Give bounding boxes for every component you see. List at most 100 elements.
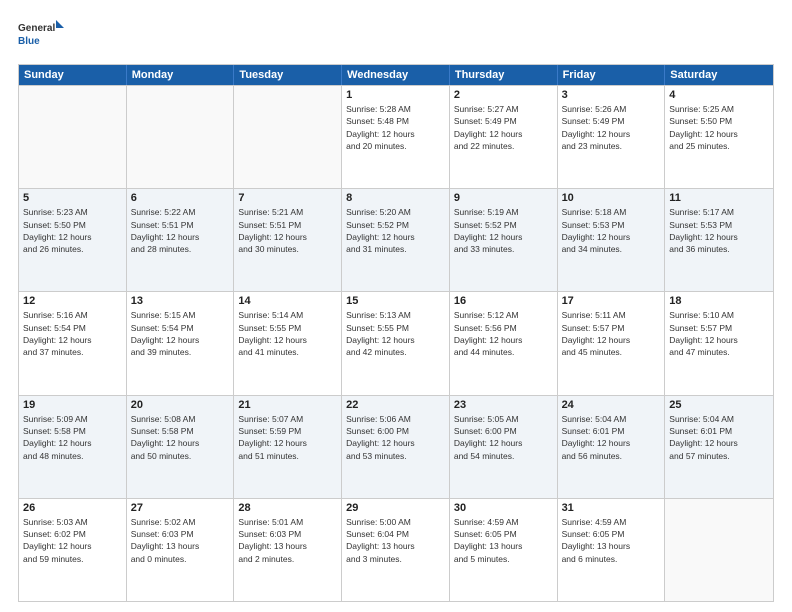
logo: General Blue bbox=[18, 18, 68, 54]
calendar-day-cell: 28 Sunrise: 5:01 AM Sunset: 6:03 PM Dayli… bbox=[234, 499, 342, 601]
day-info: Sunrise: 5:00 AM Sunset: 6:04 PM Dayligh… bbox=[346, 516, 445, 565]
calendar-row: 12Sunrise: 5:16 AM Sunset: 5:54 PM Dayli… bbox=[19, 291, 773, 394]
weekday-header: Sunday bbox=[19, 65, 127, 85]
calendar-row: 5Sunrise: 5:23 AM Sunset: 5:50 PM Daylig… bbox=[19, 188, 773, 291]
calendar-day-cell: 8Sunrise: 5:20 AM Sunset: 5:52 PM Daylig… bbox=[342, 189, 450, 291]
day-number: 6 bbox=[131, 192, 230, 204]
day-number: 21 bbox=[238, 399, 337, 411]
weekday-header: Wednesday bbox=[342, 65, 450, 85]
calendar-day-cell: 15Sunrise: 5:13 AM Sunset: 5:55 PM Dayli… bbox=[342, 292, 450, 394]
day-info: Sunrise: 5:01 AM Sunset: 6:03 PM Dayligh… bbox=[238, 516, 337, 565]
day-number: 7 bbox=[238, 192, 337, 204]
day-number: 30 bbox=[454, 502, 553, 514]
weekday-header: Friday bbox=[558, 65, 666, 85]
calendar-day-cell: 24Sunrise: 5:04 AM Sunset: 6:01 PM Dayli… bbox=[558, 396, 666, 498]
day-number: 10 bbox=[562, 192, 661, 204]
calendar-body: 1 Sunrise: 5:28 AM Sunset: 5:48 PM Daylig… bbox=[19, 85, 773, 601]
day-info: Sunrise: 5:11 AM Sunset: 5:57 PM Dayligh… bbox=[562, 309, 661, 358]
calendar-day-cell: 6 Sunrise: 5:22 AM Sunset: 5:51 PM Daylig… bbox=[127, 189, 235, 291]
day-info: Sunrise: 5:05 AM Sunset: 6:00 PM Dayligh… bbox=[454, 413, 553, 462]
calendar-day-cell: 11Sunrise: 5:17 AM Sunset: 5:53 PM Dayli… bbox=[665, 189, 773, 291]
weekday-header: Thursday bbox=[450, 65, 558, 85]
calendar-day-cell: 20Sunrise: 5:08 AM Sunset: 5:58 PM Dayli… bbox=[127, 396, 235, 498]
day-number: 11 bbox=[669, 192, 769, 204]
calendar-row: 26 Sunrise: 5:03 AM Sunset: 6:02 PM Dayli… bbox=[19, 498, 773, 601]
calendar-day-cell: 26 Sunrise: 5:03 AM Sunset: 6:02 PM Dayli… bbox=[19, 499, 127, 601]
day-info: Sunrise: 5:21 AM Sunset: 5:51 PM Dayligh… bbox=[238, 206, 337, 255]
calendar-empty-cell bbox=[19, 86, 127, 188]
weekday-header: Saturday bbox=[665, 65, 773, 85]
calendar-header-row: SundayMondayTuesdayWednesdayThursdayFrid… bbox=[19, 65, 773, 85]
calendar-day-cell: 30 Sunrise: 4:59 AM Sunset: 6:05 PM Dayli… bbox=[450, 499, 558, 601]
day-number: 8 bbox=[346, 192, 445, 204]
day-info: Sunrise: 5:03 AM Sunset: 6:02 PM Dayligh… bbox=[23, 516, 122, 565]
day-info: Sunrise: 5:22 AM Sunset: 5:51 PM Dayligh… bbox=[131, 206, 230, 255]
day-number: 14 bbox=[238, 295, 337, 307]
day-number: 15 bbox=[346, 295, 445, 307]
day-number: 1 bbox=[346, 89, 445, 101]
day-number: 31 bbox=[562, 502, 661, 514]
calendar-day-cell: 17 Sunrise: 5:11 AM Sunset: 5:57 PM Dayli… bbox=[558, 292, 666, 394]
calendar-row: 19Sunrise: 5:09 AM Sunset: 5:58 PM Dayli… bbox=[19, 395, 773, 498]
svg-text:General: General bbox=[18, 23, 55, 34]
day-info: Sunrise: 5:14 AM Sunset: 5:55 PM Dayligh… bbox=[238, 309, 337, 358]
calendar-day-cell: 10 Sunrise: 5:18 AM Sunset: 5:53 PM Dayli… bbox=[558, 189, 666, 291]
calendar-day-cell: 4 Sunrise: 5:25 AM Sunset: 5:50 PM Daylig… bbox=[665, 86, 773, 188]
calendar-day-cell: 21 Sunrise: 5:07 AM Sunset: 5:59 PM Dayli… bbox=[234, 396, 342, 498]
day-info: Sunrise: 5:04 AM Sunset: 6:01 PM Dayligh… bbox=[669, 413, 769, 462]
day-number: 13 bbox=[131, 295, 230, 307]
calendar-empty-cell bbox=[665, 499, 773, 601]
day-number: 29 bbox=[346, 502, 445, 514]
svg-text:Blue: Blue bbox=[18, 36, 40, 47]
calendar-day-cell: 7 Sunrise: 5:21 AM Sunset: 5:51 PM Daylig… bbox=[234, 189, 342, 291]
calendar-empty-cell bbox=[234, 86, 342, 188]
day-number: 4 bbox=[669, 89, 769, 101]
calendar-day-cell: 2 Sunrise: 5:27 AM Sunset: 5:49 PM Daylig… bbox=[450, 86, 558, 188]
calendar-day-cell: 5Sunrise: 5:23 AM Sunset: 5:50 PM Daylig… bbox=[19, 189, 127, 291]
day-number: 18 bbox=[669, 295, 769, 307]
day-number: 2 bbox=[454, 89, 553, 101]
calendar-day-cell: 27Sunrise: 5:02 AM Sunset: 6:03 PM Dayli… bbox=[127, 499, 235, 601]
weekday-header: Monday bbox=[127, 65, 235, 85]
day-number: 3 bbox=[562, 89, 661, 101]
day-info: Sunrise: 4:59 AM Sunset: 6:05 PM Dayligh… bbox=[562, 516, 661, 565]
calendar-empty-cell bbox=[127, 86, 235, 188]
day-info: Sunrise: 5:26 AM Sunset: 5:49 PM Dayligh… bbox=[562, 103, 661, 152]
day-info: Sunrise: 5:07 AM Sunset: 5:59 PM Dayligh… bbox=[238, 413, 337, 462]
calendar-day-cell: 25 Sunrise: 5:04 AM Sunset: 6:01 PM Dayli… bbox=[665, 396, 773, 498]
calendar-day-cell: 3 Sunrise: 5:26 AM Sunset: 5:49 PM Daylig… bbox=[558, 86, 666, 188]
day-number: 25 bbox=[669, 399, 769, 411]
day-number: 19 bbox=[23, 399, 122, 411]
day-number: 28 bbox=[238, 502, 337, 514]
logo-svg: General Blue bbox=[18, 18, 68, 54]
calendar: SundayMondayTuesdayWednesdayThursdayFrid… bbox=[18, 64, 774, 602]
day-info: Sunrise: 5:23 AM Sunset: 5:50 PM Dayligh… bbox=[23, 206, 122, 255]
day-number: 17 bbox=[562, 295, 661, 307]
day-info: Sunrise: 5:02 AM Sunset: 6:03 PM Dayligh… bbox=[131, 516, 230, 565]
calendar-day-cell: 16Sunrise: 5:12 AM Sunset: 5:56 PM Dayli… bbox=[450, 292, 558, 394]
day-info: Sunrise: 5:19 AM Sunset: 5:52 PM Dayligh… bbox=[454, 206, 553, 255]
day-number: 16 bbox=[454, 295, 553, 307]
day-info: Sunrise: 5:10 AM Sunset: 5:57 PM Dayligh… bbox=[669, 309, 769, 358]
day-info: Sunrise: 5:25 AM Sunset: 5:50 PM Dayligh… bbox=[669, 103, 769, 152]
day-number: 12 bbox=[23, 295, 122, 307]
calendar-day-cell: 13 Sunrise: 5:15 AM Sunset: 5:54 PM Dayli… bbox=[127, 292, 235, 394]
calendar-day-cell: 9 Sunrise: 5:19 AM Sunset: 5:52 PM Daylig… bbox=[450, 189, 558, 291]
calendar-day-cell: 31 Sunrise: 4:59 AM Sunset: 6:05 PM Dayli… bbox=[558, 499, 666, 601]
day-info: Sunrise: 5:28 AM Sunset: 5:48 PM Dayligh… bbox=[346, 103, 445, 152]
calendar-row: 1 Sunrise: 5:28 AM Sunset: 5:48 PM Daylig… bbox=[19, 85, 773, 188]
day-info: Sunrise: 5:18 AM Sunset: 5:53 PM Dayligh… bbox=[562, 206, 661, 255]
day-number: 23 bbox=[454, 399, 553, 411]
day-info: Sunrise: 4:59 AM Sunset: 6:05 PM Dayligh… bbox=[454, 516, 553, 565]
calendar-day-cell: 19Sunrise: 5:09 AM Sunset: 5:58 PM Dayli… bbox=[19, 396, 127, 498]
day-info: Sunrise: 5:15 AM Sunset: 5:54 PM Dayligh… bbox=[131, 309, 230, 358]
day-number: 20 bbox=[131, 399, 230, 411]
day-number: 22 bbox=[346, 399, 445, 411]
day-info: Sunrise: 5:27 AM Sunset: 5:49 PM Dayligh… bbox=[454, 103, 553, 152]
page-header: General Blue bbox=[18, 18, 774, 54]
calendar-day-cell: 29 Sunrise: 5:00 AM Sunset: 6:04 PM Dayli… bbox=[342, 499, 450, 601]
day-number: 26 bbox=[23, 502, 122, 514]
day-number: 9 bbox=[454, 192, 553, 204]
weekday-header: Tuesday bbox=[234, 65, 342, 85]
calendar-day-cell: 22Sunrise: 5:06 AM Sunset: 6:00 PM Dayli… bbox=[342, 396, 450, 498]
